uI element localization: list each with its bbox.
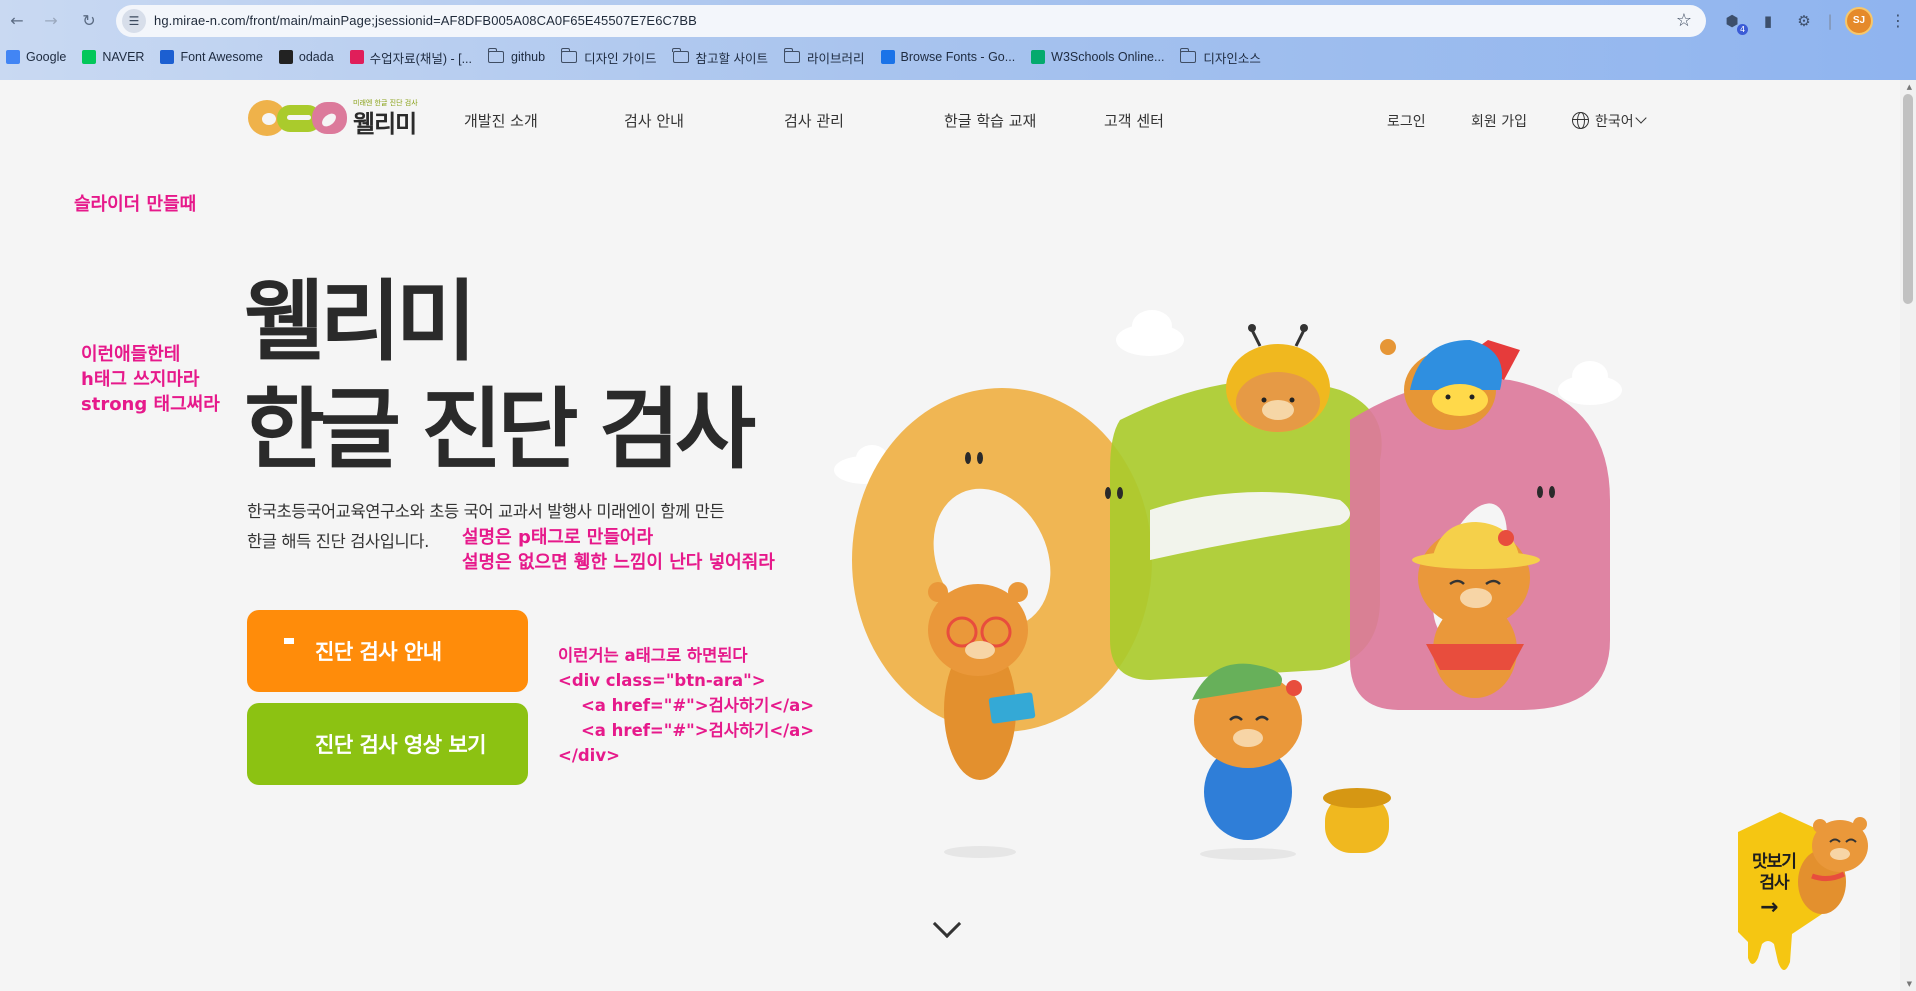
bookmarks-bar: Google NAVER Font Awesome odada 수업자료(채널) - [… [6,46,1277,68]
test-video-button[interactable]: 진단 검사 영상 보기 [247,703,528,785]
bookmark-label: NAVER [102,50,145,64]
nav-test-guide[interactable]: 검사 안내 [624,110,684,131]
chevron-down-icon[interactable] [1635,112,1647,124]
reload-icon[interactable]: ↻ [78,10,100,32]
google-icon [6,50,20,64]
bookmark-item[interactable]: Font Awesome [160,50,263,64]
hero-desc-line1: 한국초등국어교육연구소와 초등 국어 교과서 발행사 미래엔이 함께 만든 [247,502,725,521]
bookmark-item[interactable]: 라이브러리 [783,48,865,67]
hero-desc-line2: 한글 해득 진단 검사입니다. [247,532,429,551]
quick-test-badge[interactable] [1718,812,1888,982]
annotation-heading: 이런애들한테 h태그 쓰지마라 strong 태그써라 [81,344,220,415]
bookmark-item[interactable]: 참고할 사이트 [672,48,769,67]
page-scrollbar[interactable]: ▲ ▼ [1900,80,1916,991]
page-viewport: 미래엔 한글 진단 검사 웰리미 개발진 소개 검사 안내 검사 관리 한글 학… [0,80,1916,991]
bookmark-label: 수업자료(채널) - [... [369,51,472,66]
bookmark-label: Browse Fonts - Go... [900,50,1016,64]
folder-icon [783,48,801,63]
folder-icon [672,48,689,63]
hero-illustration [834,310,1622,860]
reading-list-icon[interactable]: ▮ [1756,9,1780,33]
bookmark-label: Google [26,50,67,64]
bookmark-item[interactable]: 수업자료(채널) - [... [349,48,472,67]
extensions-icon[interactable]: ⚙ [1792,9,1816,33]
video-icon [277,732,297,756]
site-info-icon[interactable]: ☰ [122,9,146,33]
reading-bear-icon [928,582,1036,858]
scroll-down-arrow-icon[interactable]: ▼ [1907,980,1912,988]
hero-title: 웰리미 한글 진단 검사 [244,268,756,484]
back-icon[interactable]: ← [6,10,28,32]
browser-menu-icon[interactable]: ⋮ [1890,9,1906,33]
logo-text[interactable]: 웰리미 [353,104,417,139]
odada-icon [278,50,293,64]
bookmark-label: odada [298,50,334,64]
hero-title-line2: 한글 진단 검사 [244,378,756,481]
bee-bear-icon [1226,324,1330,432]
font-awesome-icon [160,50,175,64]
bookmark-label: 디자인소스 [1203,51,1261,66]
language-select[interactable]: 한국어 [1595,111,1634,131]
bookmark-label: 라이브러리 [807,51,865,66]
bookmark-label: github [511,50,546,64]
folder-icon [487,48,504,63]
nav-customer-center[interactable]: 고객 센터 [1104,110,1164,131]
arrow-right-icon[interactable]: → [1760,895,1778,920]
bookmark-star-icon[interactable]: ☆ [1676,9,1692,33]
url-text[interactable]: hg.mirae-n.com/front/main/mainPage;jsess… [154,5,697,37]
folder-icon [1179,48,1197,63]
bookmark-label: 디자인 가이드 [584,51,657,66]
forward-icon[interactable]: → [40,10,62,32]
bookmark-label: 참고할 사이트 [695,51,769,66]
profile-avatar[interactable]: SJ [1845,7,1873,35]
bookmark-item[interactable]: Browse Fonts - Go... [880,50,1016,64]
google-fonts-icon [880,50,895,64]
annotation-links: 이런거는 a태그로 하면된다 <div class="btn-ara"> <a … [558,646,815,765]
folder-icon [560,48,578,63]
nav-hangul-textbook[interactable]: 한글 학습 교재 [944,110,1036,131]
bookmark-label: Font Awesome [180,50,263,64]
hero-title-line1: 웰리미 [244,270,477,373]
naver-icon [82,50,97,64]
toolbar-divider: | [1827,12,1833,30]
scroll-down-chevron-icon[interactable] [932,909,962,939]
bookmark-item[interactable]: github [487,48,546,64]
bookmark-item[interactable]: 디자인소스 [1179,48,1261,67]
signup-link[interactable]: 회원 가입 [1471,111,1527,131]
quick-test-label[interactable]: 맛보기 검사 [1742,852,1806,894]
login-link[interactable]: 로그인 [1387,111,1426,131]
annotation-slider: 슬라이더 만들때 [74,194,197,215]
bookmark-item[interactable]: Google [6,50,66,64]
browser-chrome: ← → ↻ ☰ hg.mirae-n.com/front/main/mainPa… [0,0,1916,80]
nav-test-management[interactable]: 검사 관리 [784,110,844,131]
clipboard-icon [277,639,297,663]
test-guide-button-label: 진단 검사 안내 [315,640,442,664]
bookmark-item[interactable]: 디자인 가이드 [560,48,657,67]
scrollbar-thumb[interactable] [1903,94,1913,304]
address-bar[interactable]: ☰ hg.mirae-n.com/front/main/mainPage;jse… [116,5,1706,37]
extension-badge-count: 4 [1737,24,1748,35]
nav-developers[interactable]: 개발진 소개 [464,110,538,131]
bookmark-label: W3Schools Online... [1051,50,1165,64]
extension-badge-icon[interactable]: ⬢ 4 [1720,9,1748,35]
globe-icon[interactable] [1572,112,1589,129]
bookmark-item[interactable]: odada [278,50,334,64]
scroll-up-arrow-icon[interactable]: ▲ [1907,83,1912,91]
w3schools-icon [1031,50,1046,64]
bookmark-item[interactable]: NAVER [82,50,144,64]
hero-description: 한국초등국어교육연구소와 초등 국어 교과서 발행사 미래엔이 함께 만든 한글… [247,497,725,557]
test-guide-button[interactable]: 진단 검사 안내 [247,610,528,692]
slack-icon [349,50,364,64]
bookmark-item[interactable]: W3Schools Online... [1031,50,1164,64]
test-video-button-label: 진단 검사 영상 보기 [315,733,487,757]
